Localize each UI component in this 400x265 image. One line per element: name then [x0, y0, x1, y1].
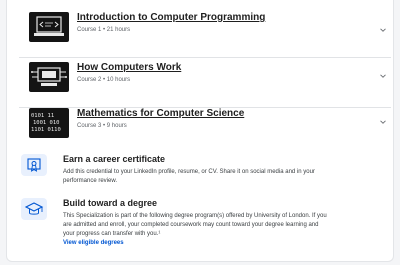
course-thumbnail	[29, 12, 69, 42]
course-row: 0101 11 1001 010 1101 0110 Mathematics f…	[19, 108, 391, 154]
view-eligible-degrees-link[interactable]: View eligible degrees	[63, 240, 124, 246]
degree-desc: This Specialization is part of the follo…	[63, 213, 327, 237]
graduation-cap-icon	[21, 198, 47, 220]
course-thumbnail	[29, 62, 69, 92]
career-certificate-desc: Add this credential to your LinkedIn pro…	[63, 169, 315, 184]
course-meta: Course 1 • 21 hours	[77, 27, 131, 33]
course-title-link[interactable]: Mathematics for Computer Science	[77, 108, 244, 119]
binary-numbers-icon: 0101 11 1001 010 1101 0110	[31, 113, 61, 133]
course-meta: Course 3 • 9 hours	[77, 123, 127, 129]
course-row: How Computers Work Course 2 • 10 hours	[19, 62, 391, 108]
laptop-code-icon	[34, 16, 64, 36]
course-row: Introduction to Computer Programming Cou…	[19, 12, 391, 58]
computer-circuit-icon	[31, 67, 67, 86]
svg-text:1001 010: 1001 010	[33, 120, 60, 126]
chevron-down-icon[interactable]	[379, 72, 387, 80]
certificate-icon	[21, 154, 47, 176]
specialization-card: Introduction to Computer Programming Cou…	[6, 0, 394, 262]
career-certificate-title: Earn a career certificate	[63, 154, 166, 164]
course-title-link[interactable]: How Computers Work	[77, 62, 181, 73]
course-title-link[interactable]: Introduction to Computer Programming	[77, 12, 265, 23]
degree-title: Build toward a degree	[63, 198, 158, 208]
course-meta: Course 2 • 10 hours	[77, 77, 131, 83]
course-thumbnail: 0101 11 1001 010 1101 0110	[29, 108, 69, 138]
chevron-down-icon[interactable]	[379, 118, 387, 126]
svg-text:0101 11: 0101 11	[31, 113, 54, 119]
svg-text:1101 0110: 1101 0110	[31, 127, 61, 133]
chevron-down-icon[interactable]	[379, 26, 387, 34]
